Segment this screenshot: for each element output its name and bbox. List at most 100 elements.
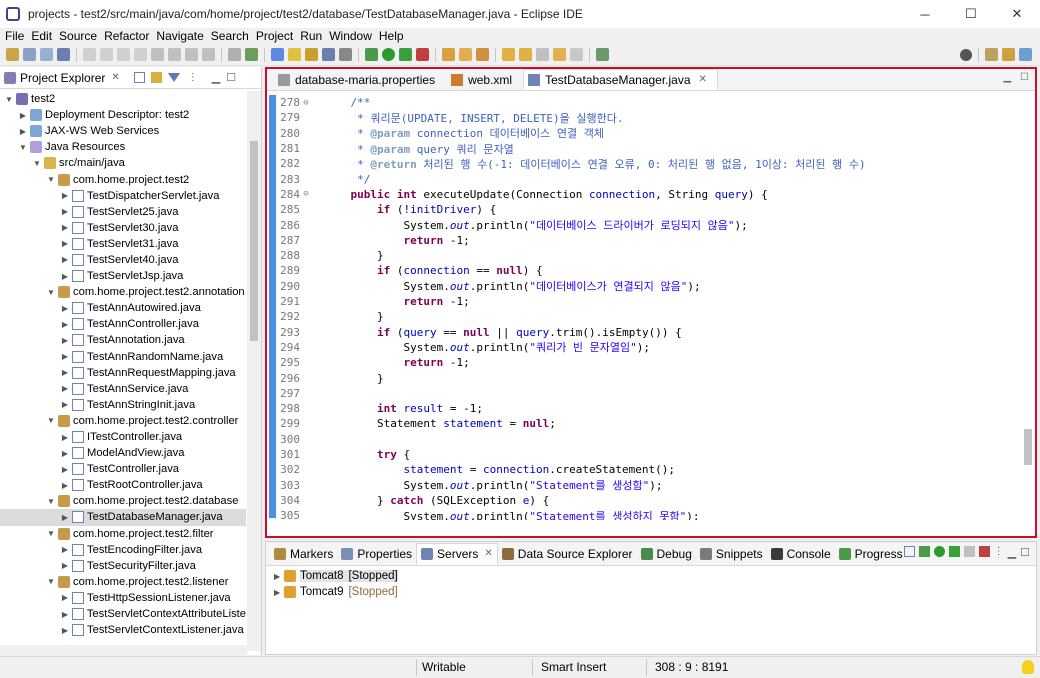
tree-item[interactable]: ▶ ModelAndView.java [0, 445, 246, 461]
step-over-icon[interactable] [185, 48, 198, 61]
last-edit-icon[interactable] [536, 48, 549, 61]
code-line[interactable]: 294 System.out.println("쿼리가 빈 문자열임"); [278, 340, 650, 355]
step-return-icon[interactable] [202, 48, 215, 61]
skip-breakpoints-icon[interactable] [83, 48, 96, 61]
maximize-view-icon[interactable]: ☐ [226, 71, 236, 84]
back-icon[interactable] [553, 48, 566, 61]
collapsed-arrow-icon[interactable]: ▶ [60, 304, 70, 313]
code-line[interactable]: 281 * @param query 쿼리 문자열 [278, 141, 514, 156]
tree-item[interactable]: ▶ JAX-WS Web Services [0, 123, 246, 139]
tree-item[interactable]: ▶ TestDatabaseManager.java [0, 509, 246, 526]
code-line[interactable]: 290 System.out.println("데이터베이스가 연결되지 않음"… [278, 279, 701, 294]
code-line[interactable]: 291 return -1; [278, 294, 470, 309]
code-area[interactable]: 278 ⊖ /** 279 * 쿼리문(UPDATE, INSERT, DELETE… [267, 93, 1035, 520]
collapsed-arrow-icon[interactable]: ▶ [274, 572, 284, 581]
tree-item[interactable]: ▶ TestServlet31.java [0, 236, 246, 252]
start-profile-icon[interactable] [948, 546, 960, 557]
new-icon[interactable] [6, 48, 19, 61]
tree-item[interactable]: ▶ TestEncodingFilter.java [0, 542, 246, 558]
tree-item[interactable]: ▶ TestAnnRequestMapping.java [0, 365, 246, 381]
tree-item[interactable]: ▼ com.home.project.test2.listener [0, 574, 246, 590]
tree-item[interactable]: ▶ TestSecurityFilter.java [0, 558, 246, 574]
previous-annotation-icon[interactable] [519, 48, 532, 61]
new-java-project-icon[interactable] [442, 48, 455, 61]
coverage-icon[interactable] [399, 48, 412, 61]
suspend-icon[interactable] [117, 48, 130, 61]
step-into-icon[interactable] [168, 48, 181, 61]
start-server-icon[interactable] [933, 546, 945, 557]
bottom-tab-console[interactable]: Console [767, 543, 835, 565]
stop-server-icon[interactable] [963, 546, 975, 557]
fold-toggle-icon[interactable]: ⊖ [300, 98, 312, 108]
toggle-highlight-icon[interactable] [288, 48, 301, 61]
tree-scroll-thumb[interactable] [250, 141, 258, 341]
pin-editor-icon[interactable] [596, 48, 609, 61]
menu-help[interactable]: Help [379, 29, 404, 43]
open-type-icon[interactable] [459, 48, 472, 61]
close-view-icon[interactable]: ✕ [111, 72, 119, 83]
filter-icon[interactable] [167, 73, 180, 82]
save-icon[interactable] [23, 48, 36, 61]
show-whitespace-icon[interactable] [339, 48, 352, 61]
tree-item[interactable]: ▶ TestServlet40.java [0, 252, 246, 268]
minimize-view-icon[interactable]: ▁ [212, 71, 220, 84]
tree-item[interactable]: ▶ TestServletContextListener.java [0, 622, 246, 638]
tree-item[interactable]: ▼ com.home.project.test2.filter [0, 526, 246, 542]
menu-refactor[interactable]: Refactor [104, 29, 149, 43]
server-row[interactable]: ▶ Tomcat9 [Stopped] [266, 584, 1036, 600]
collapsed-arrow-icon[interactable]: ▶ [60, 561, 70, 570]
code-line[interactable]: 284 ⊖ public int executeUpdate(Connection… [278, 187, 768, 202]
forward-icon[interactable] [570, 48, 583, 61]
tree-item[interactable]: ▶ TestServlet25.java [0, 204, 246, 220]
editor-tab[interactable]: web.xml [446, 69, 523, 90]
link-with-editor-icon[interactable] [150, 72, 162, 83]
collapsed-arrow-icon[interactable]: ▶ [60, 368, 70, 377]
tree-item[interactable]: ▶ TestAnnController.java [0, 316, 246, 332]
collapsed-arrow-icon[interactable]: ▶ [60, 239, 70, 248]
collapsed-arrow-icon[interactable]: ▶ [60, 207, 70, 216]
close-tab-icon[interactable]: ✕ [484, 548, 492, 559]
collapsed-arrow-icon[interactable]: ▶ [60, 610, 70, 619]
code-line[interactable]: 282 * @return 처리된 행 수(-1: 데이터베이스 연결 오류, … [278, 156, 866, 171]
code-line[interactable]: 304 } catch (SQLException e) { [278, 493, 549, 508]
resume-icon[interactable] [100, 48, 113, 61]
search-tool-icon[interactable] [476, 48, 489, 61]
close-button[interactable]: ✕ [994, 0, 1040, 28]
code-line[interactable]: 299 Statement statement = null; [278, 416, 556, 431]
bottom-tab-markers[interactable]: Markers [270, 543, 337, 565]
tips-bulb-icon[interactable] [1022, 660, 1034, 674]
tree-item[interactable]: ▶ TestDispatcherServlet.java [0, 188, 246, 204]
terminate-icon[interactable] [134, 48, 147, 61]
project-explorer-tab[interactable]: Project Explorer ✕ ⋮ ▁ ☐ [0, 67, 261, 89]
code-line[interactable]: 283 */ [278, 172, 370, 187]
expanded-arrow-icon[interactable]: ▼ [32, 159, 42, 168]
minimize-button[interactable]: ─ [902, 0, 948, 28]
external-tools-icon[interactable] [416, 48, 429, 61]
tree-item[interactable]: ▶ TestAnnService.java [0, 381, 246, 397]
code-line[interactable]: 301 try { [278, 447, 410, 462]
tree-item[interactable]: ▶ TestAnnotation.java [0, 332, 246, 348]
close-tab-icon[interactable]: ✕ [699, 74, 707, 85]
collapsed-arrow-icon[interactable]: ▶ [60, 481, 70, 490]
editor-tab[interactable]: database-maria.properties [273, 69, 446, 90]
tree-item[interactable]: ▶ TestAnnAutowired.java [0, 300, 246, 316]
collapsed-arrow-icon[interactable]: ▶ [60, 336, 70, 345]
open-perspective-icon[interactable] [985, 48, 998, 61]
bottom-tab-progress[interactable]: Progress [835, 543, 907, 565]
collapsed-arrow-icon[interactable]: ▶ [60, 384, 70, 393]
code-line[interactable]: 289 if (connection == null) { [278, 263, 542, 278]
collapsed-arrow-icon[interactable]: ▶ [18, 111, 28, 120]
tree-item[interactable]: ▼ test2 [0, 91, 246, 107]
mark-occurrences-icon[interactable] [271, 48, 284, 61]
tree-item[interactable]: ▶ ITestController.java [0, 429, 246, 445]
editor-maximize-icon[interactable]: ☐ [1020, 72, 1029, 83]
collapsed-arrow-icon[interactable]: ▶ [274, 588, 284, 597]
bottom-tab-snippets[interactable]: Snippets [696, 543, 767, 565]
collapsed-arrow-icon[interactable]: ▶ [60, 320, 70, 329]
collapsed-arrow-icon[interactable]: ▶ [60, 513, 70, 522]
code-line[interactable]: 285 if (!initDriver) { [278, 202, 496, 217]
collapsed-arrow-icon[interactable]: ▶ [60, 626, 70, 635]
collapse-all-icon[interactable] [133, 72, 145, 83]
tree-item[interactable]: ▶ Deployment Descriptor: test2 [0, 107, 246, 123]
expanded-arrow-icon[interactable]: ▼ [46, 175, 56, 184]
